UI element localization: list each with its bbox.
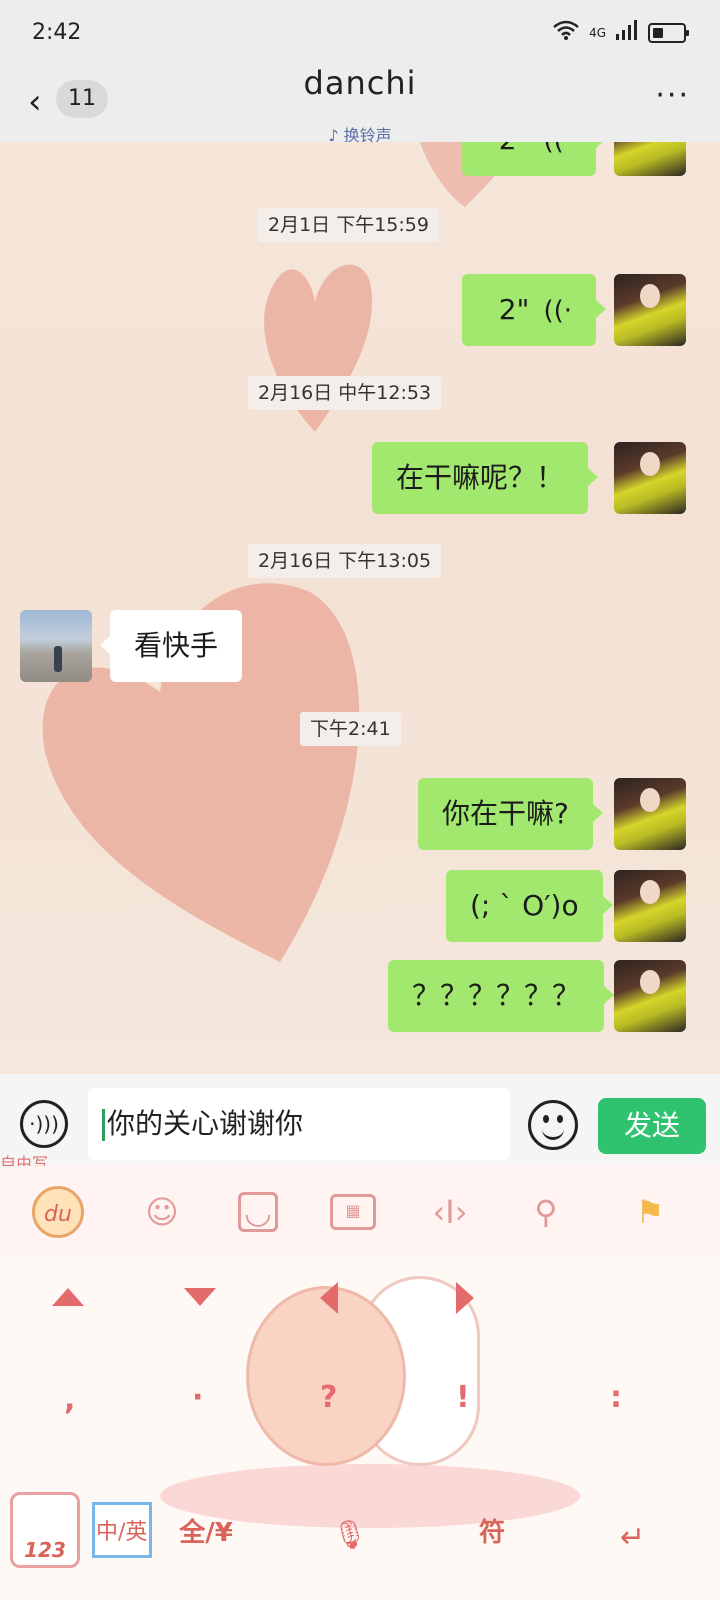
text-caret [102, 1109, 105, 1141]
voice-duration: 2" [498, 293, 530, 326]
microphone-icon[interactable]: 🎙 [332, 1518, 368, 1551]
du-logo-icon[interactable]: du [32, 1186, 84, 1238]
message-list[interactable]: 2" ((· 2月1日 下午15:59 2" ((· 2月16日 中午12:53 在… [0, 142, 720, 1074]
status-time: 2:42 [32, 20, 82, 45]
timestamp: 2月16日 中午12:53 [248, 376, 442, 410]
comma-key[interactable]: , [64, 1382, 75, 1417]
voice-wave-icon: ((· [543, 142, 572, 156]
text-message-bubble[interactable]: 你在干嘛? [418, 778, 603, 850]
network-label: 4G [589, 25, 606, 40]
status-icons: 4G [553, 20, 689, 45]
voice-message-bubble[interactable]: 2" ((· [462, 142, 606, 176]
enter-icon[interactable]: ↵ [620, 1520, 645, 1555]
timestamp: 2月16日 下午13:05 [248, 544, 442, 578]
cn-en-switch-key[interactable]: 中/英 [96, 1514, 147, 1546]
my-avatar[interactable] [614, 442, 686, 514]
my-avatar[interactable] [614, 960, 686, 1032]
contact-avatar[interactable] [20, 610, 92, 682]
cursor-icon[interactable]: ‹I› [424, 1186, 476, 1238]
my-avatar[interactable] [614, 274, 686, 346]
smile-icon[interactable]: ☺ [136, 1186, 188, 1238]
wifi-icon [553, 20, 579, 45]
voice-input-button[interactable]: ·))) [20, 1100, 68, 1148]
battery-icon [648, 22, 689, 43]
symbol-key[interactable]: 符 [452, 1512, 532, 1596]
voice-wave-icon: ((· [543, 296, 572, 326]
arrow-up-icon[interactable] [52, 1288, 84, 1306]
voice-message-bubble[interactable]: 2" ((· [462, 274, 606, 346]
keyboard-icon[interactable]: ▦ [330, 1194, 376, 1230]
dot-key[interactable]: · [192, 1380, 203, 1415]
timestamp: 下午2:41 [300, 712, 401, 746]
message-input-text: 你的关心谢谢你 [107, 1107, 304, 1140]
timestamp: 2月1日 下午15:59 [258, 208, 439, 242]
message-input[interactable]: 你的关心谢谢你 [88, 1088, 510, 1160]
status-bar: 2:42 4G [0, 0, 720, 64]
signal-icon [616, 20, 638, 45]
keyboard: du ☺ ◡ ▦ ‹I› ⚲ ⚑ , · ? ! : 123 中/英 全/¥ 🎙… [0, 1166, 720, 1600]
voice-wave-icon: ·))) [29, 1112, 59, 1136]
chat-title: danchi [303, 64, 417, 102]
voice-duration: 2" [499, 142, 530, 156]
number-key[interactable]: 123 [14, 1538, 76, 1562]
chat-header: ‹ 11 danchi ♪ 换铃声 ··· [0, 64, 720, 145]
more-icon[interactable]: ··· [655, 78, 690, 113]
question-key[interactable]: ? [320, 1380, 337, 1415]
my-avatar[interactable] [614, 870, 686, 942]
arrow-down-icon[interactable] [184, 1288, 216, 1306]
keyboard-handwriting-area[interactable]: , · ? ! : 123 中/英 全/¥ 🎙 符 ↵ [0, 1256, 720, 1600]
search-icon[interactable]: ⚲ [520, 1186, 572, 1238]
exclamation-key[interactable]: ! [456, 1380, 470, 1415]
my-avatar[interactable] [614, 142, 686, 176]
input-bar: ·))) 自由写 你的关心谢谢你 发送 [0, 1074, 720, 1173]
bag-icon[interactable]: ◡ [238, 1192, 278, 1232]
text-message-bubble[interactable]: 在干嘛呢？！ [372, 442, 599, 514]
arrow-left-icon[interactable] [320, 1282, 338, 1314]
text-message-bubble[interactable]: 看快手 [99, 610, 243, 682]
text-message-bubble[interactable]: ？？？？？？ [388, 960, 615, 1032]
emoji-button[interactable] [528, 1100, 578, 1150]
arrow-right-icon[interactable] [456, 1282, 474, 1314]
send-button[interactable]: 发送 [598, 1098, 706, 1154]
heart-background-icon [264, 264, 372, 432]
full-width-key[interactable]: 全/¥ [166, 1512, 246, 1596]
keyboard-toolbar: du ☺ ◡ ▦ ‹I› ⚲ ⚑ [0, 1166, 720, 1256]
my-avatar[interactable] [614, 778, 686, 850]
colon-key[interactable]: : [610, 1380, 622, 1415]
text-message-bubble[interactable]: (; ` O′)o [446, 870, 613, 942]
flag-icon[interactable]: ⚑ [624, 1186, 676, 1238]
